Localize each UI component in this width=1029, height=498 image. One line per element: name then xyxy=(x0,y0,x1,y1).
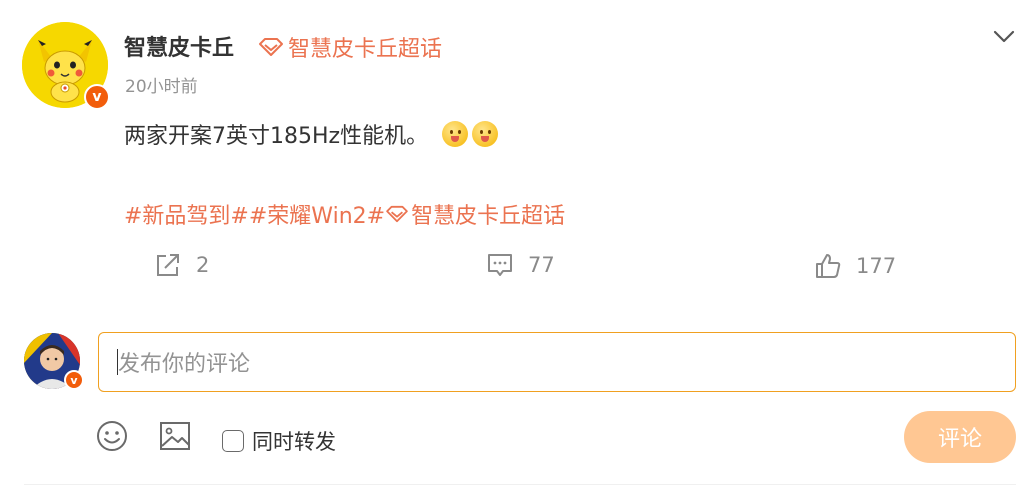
supertopic-tag-link[interactable]: 智慧皮卡丘超话 xyxy=(385,198,565,230)
author-name[interactable]: 智慧皮卡丘 xyxy=(124,30,234,62)
comment-count: 77 xyxy=(528,253,555,277)
repost-checkbox[interactable] xyxy=(222,430,244,452)
hashtag-honor-win2[interactable]: #荣耀Win2# xyxy=(249,198,385,230)
tongue-out-emoji-icon xyxy=(472,121,499,147)
repost-count: 2 xyxy=(196,253,210,277)
comment-icon xyxy=(488,254,512,276)
post-tags: #新品驾到# #荣耀Win2# 智慧皮卡丘超话 xyxy=(124,198,565,230)
repost-option-label: 同时转发 xyxy=(252,430,336,454)
hashtag-new-products[interactable]: #新品驾到# xyxy=(124,198,249,230)
share-icon xyxy=(157,254,179,276)
post-text: 两家开案7英寸185Hz性能机。 xyxy=(124,124,429,149)
repost-too-option[interactable]: 同时转发 xyxy=(222,426,336,456)
like-count: 177 xyxy=(856,254,897,278)
supertopic-label: 智慧皮卡丘超话 xyxy=(288,37,443,62)
like-button[interactable]: 177 xyxy=(814,252,896,280)
post-timestamp[interactable]: 20小时前 xyxy=(125,72,198,97)
verified-badge-icon: v xyxy=(84,84,110,110)
repost-button[interactable]: 2 xyxy=(154,252,209,278)
comment-input[interactable]: 发布你的评论 xyxy=(98,332,1016,392)
diamond-icon xyxy=(259,38,283,56)
comment-button[interactable]: 77 xyxy=(486,252,555,278)
comment-placeholder: 发布你的评论 xyxy=(118,352,251,377)
divider xyxy=(24,484,1016,485)
thumbs-up-icon xyxy=(816,254,841,278)
image-upload-icon[interactable] xyxy=(159,420,191,452)
submit-comment-button[interactable]: 评论 xyxy=(904,411,1016,463)
post-content: 两家开案7英寸185Hz性能机。 xyxy=(124,118,499,150)
more-options-chevron-down-icon[interactable] xyxy=(990,24,1018,48)
supertopic-tag-label: 智慧皮卡丘超话 xyxy=(411,204,566,229)
supertopic-link[interactable]: 智慧皮卡丘超话 xyxy=(258,31,442,63)
tongue-out-emoji-icon xyxy=(442,121,469,147)
emoji-picker-icon[interactable] xyxy=(96,420,128,452)
verified-badge-icon: v xyxy=(64,370,84,390)
diamond-icon xyxy=(386,205,408,223)
